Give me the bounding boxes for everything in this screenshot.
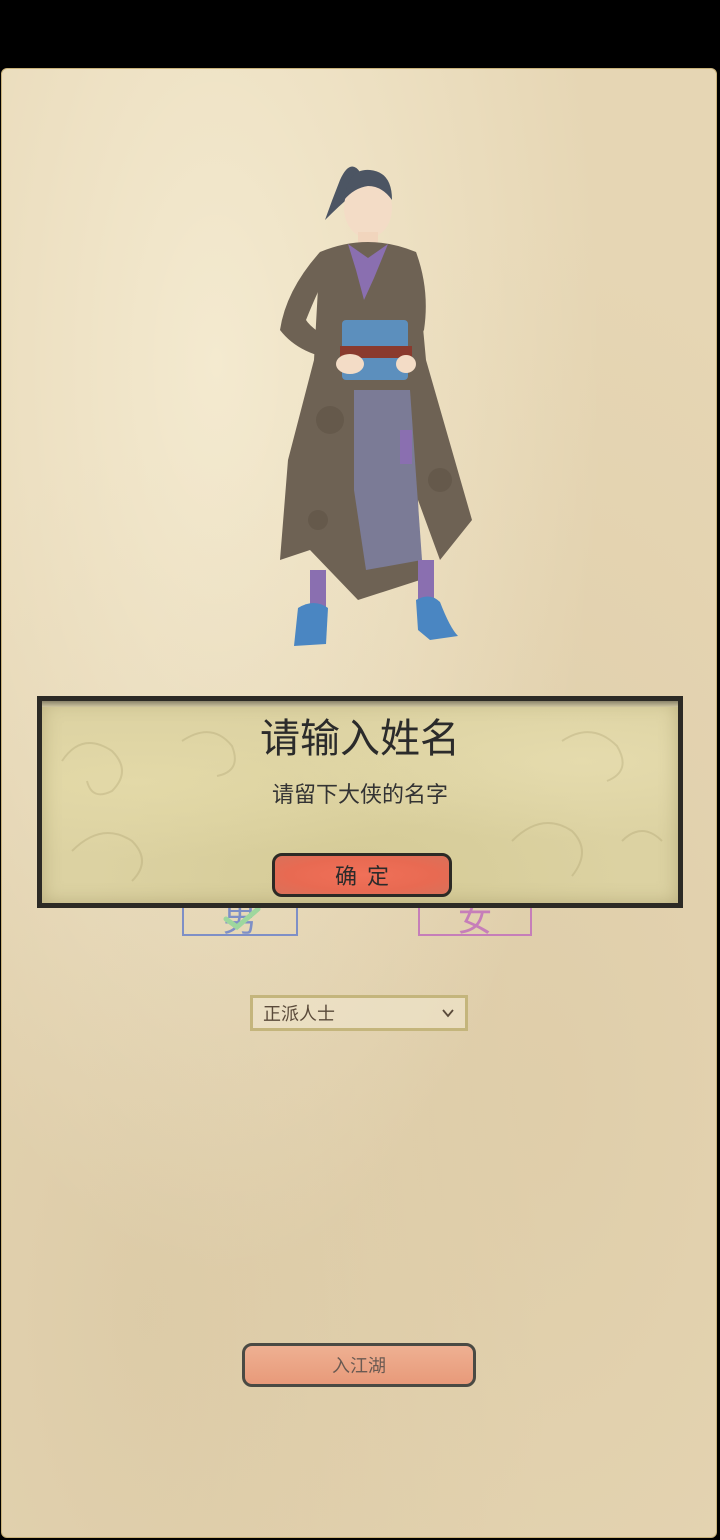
enter-jianghu-label: 入江湖 — [332, 1356, 386, 1377]
status-bar — [0, 0, 720, 68]
character-portrait — [280, 166, 472, 646]
dialog-message: 请留下大侠的名字 — [271, 783, 448, 808]
confirm-label: 确定 — [334, 865, 399, 890]
confirm-button[interactable]: 确定 — [272, 853, 452, 897]
faction-select[interactable]: 正派人士 — [250, 995, 468, 1031]
chevron-down-icon — [442, 1009, 454, 1018]
enter-jianghu-button[interactable]: 入江湖 — [242, 1343, 476, 1387]
dialog-title: 请输入姓名 — [260, 716, 460, 762]
check-icon — [223, 906, 261, 931]
faction-selected-value: 正派人士 — [263, 1004, 335, 1025]
name-prompt-dialog: 请输入姓名 请留下大侠的名字 确定 — [37, 696, 683, 908]
